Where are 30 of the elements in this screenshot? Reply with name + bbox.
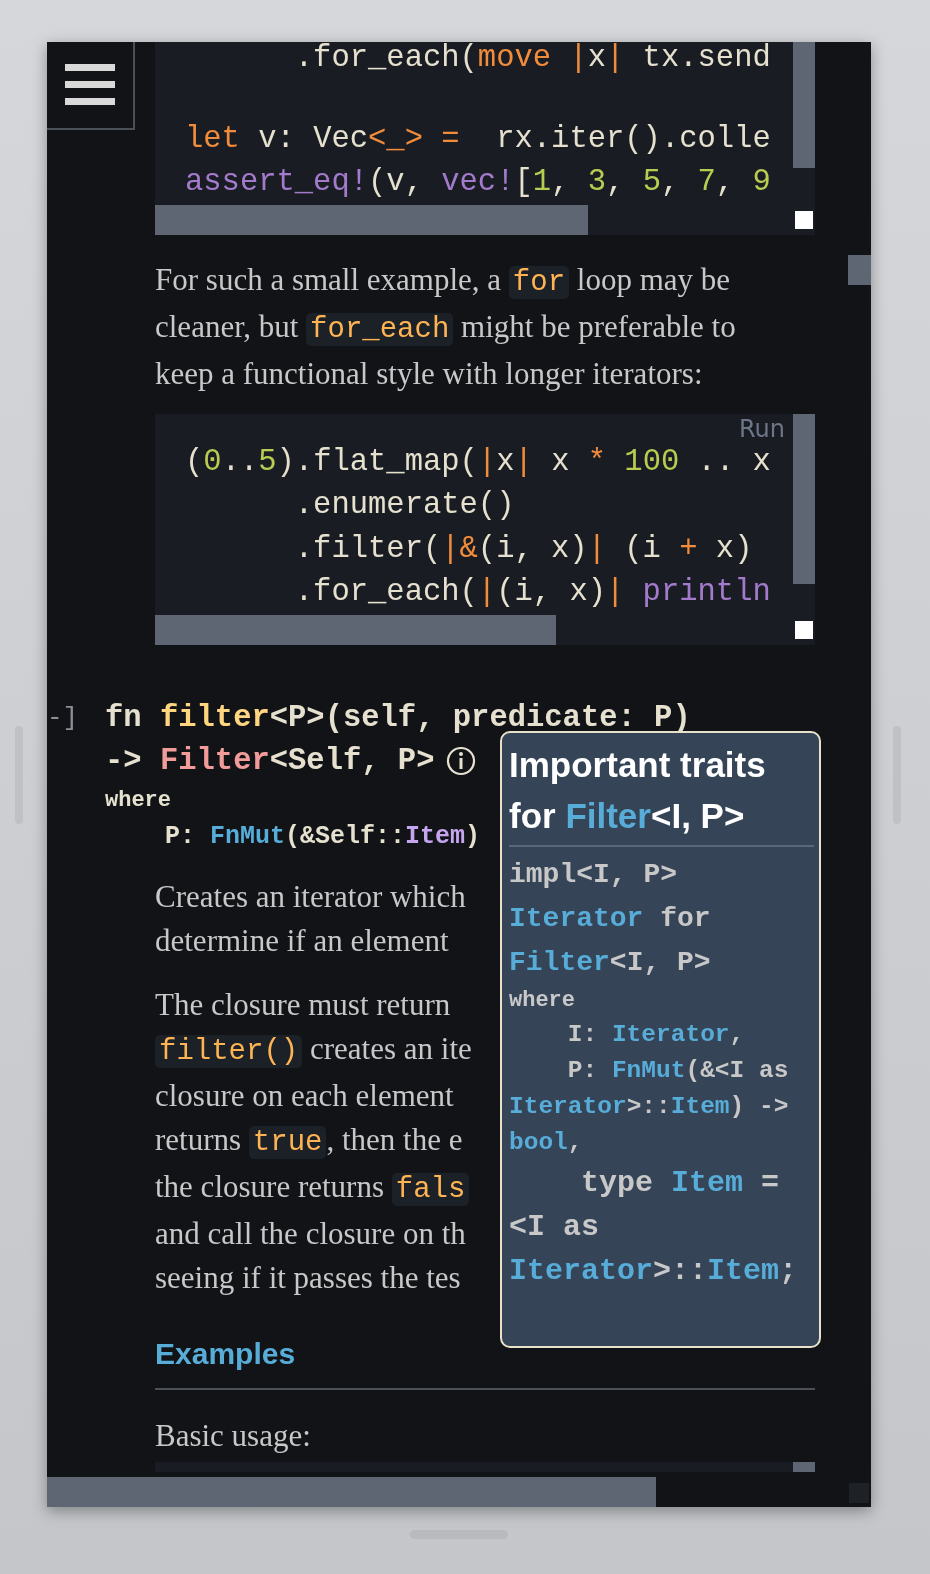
paragraph: Basic usage:: [155, 1416, 311, 1455]
code-line: I: Iterator,: [566, 1021, 745, 1048]
code-line: let v: Vec<_> = rx.iter().colle: [185, 121, 771, 156]
paragraph: For such a small example, a for loop may be cleaner, but for_each might be preferable to keep a functional style with longer iterators:: [155, 260, 736, 393]
code-line: where: [509, 988, 575, 1013]
code-line: P: FnMut(&<I as: [566, 1057, 789, 1084]
code-line: (0..5).flat_map(|x| x * 100 .. x: [185, 444, 771, 479]
code-line: -> Filter<Self, P>: [105, 742, 435, 780]
code-line: P: FnMut(&Self::Item): [164, 820, 481, 853]
code-line: .for_each(move |x| tx.send: [293, 42, 771, 75]
collapse-toggle[interactable]: -]: [47, 702, 79, 733]
code-line: Filter<I, P>: [509, 947, 711, 978]
code-line: fn filter<P>(self, predicate: P): [105, 699, 691, 737]
code-line: impl<I, P>: [509, 859, 678, 890]
section-heading: Examples: [155, 1336, 296, 1370]
code-line: bool,: [509, 1129, 583, 1156]
paragraph: The closure must return filter() creates an ite closure on each element returns true, then the e the closure returns fals and call the closure on th seeing if it passes the tes: [155, 985, 472, 1297]
code-line: Iterator for: [509, 903, 711, 934]
code-line: Iterator>::Item;: [509, 1254, 798, 1288]
run-button[interactable]: Run: [738, 414, 785, 443]
code-line: type Item =: [580, 1166, 780, 1200]
code-line: .for_each(|(i, x)| println: [293, 575, 771, 609]
tooltip-title: Important traits for Filter<I, P>: [509, 745, 766, 835]
paragraph: Creates an iterator which determine if an element: [155, 877, 466, 960]
code-line: <I as: [509, 1210, 599, 1244]
code-line: where: [105, 786, 171, 815]
code-line: .enumerate(): [293, 488, 515, 522]
code-line: Iterator>::Item) ->: [509, 1093, 789, 1120]
code-line: assert_eq!(v, vec![1, 3, 5, 7, 9: [185, 165, 771, 199]
code-line: .filter(|&(i, x)| (i + x): [293, 531, 753, 566]
